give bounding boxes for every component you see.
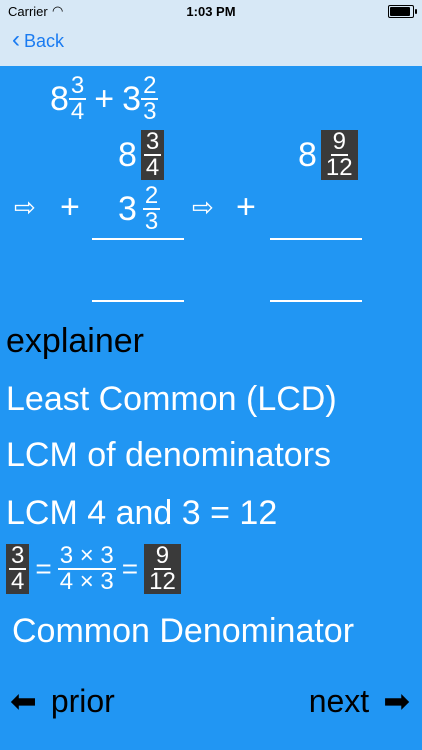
- result-den: 12: [325, 154, 353, 181]
- status-bar: Carrier ◠ 1:03 PM: [0, 0, 422, 22]
- battery-icon: [388, 5, 417, 18]
- eq-equals-1: =: [35, 553, 52, 584]
- back-button[interactable]: ‹ Back: [12, 26, 65, 53]
- result-fraction: 9 12: [320, 128, 358, 181]
- problem-expression: 8 3 4 + 3 2 3: [50, 72, 159, 125]
- back-label: Back: [24, 31, 65, 51]
- eq-equals-2: =: [121, 553, 139, 584]
- work-top-operand: 8 3 4: [118, 128, 165, 181]
- problem-operator: +: [94, 79, 115, 118]
- work-plus-sign-right: +: [236, 188, 256, 226]
- result-num: 9: [330, 128, 348, 156]
- work-num-1: 3: [143, 128, 162, 156]
- eq-res-num: 9: [153, 542, 172, 570]
- problem-whole-2: 3: [122, 79, 142, 118]
- problem-den-2: 3: [143, 98, 157, 125]
- work-fraction-2: 2 3: [142, 182, 161, 235]
- explainer-equation: 3 4 = 3 × 3 4 × 3 = 9 12: [6, 544, 181, 594]
- eq-mult-num: 3 × 3: [57, 542, 116, 570]
- explainer-line-1: Least Common (LCD): [6, 380, 337, 418]
- problem-den-1: 4: [70, 98, 85, 125]
- eq-den: 4: [11, 568, 25, 595]
- work-den-1: 4: [145, 154, 160, 181]
- prior-button[interactable]: ⬅ prior: [10, 682, 115, 720]
- arrow-right-icon: ⇨: [192, 192, 214, 222]
- next-label: next: [308, 682, 370, 719]
- problem-fraction-1: 3 4: [68, 72, 87, 125]
- answer-line-left: [92, 300, 184, 302]
- explainer-line-3: LCM 4 and 3 = 12: [6, 494, 278, 532]
- work-num-2: 2: [142, 182, 161, 210]
- work-den-2: 3: [144, 208, 159, 235]
- work-bottom-operand: 3 2 3: [118, 182, 161, 235]
- problem-whole-1: 8: [50, 79, 69, 118]
- eq-fraction-mult: 3 × 3 4 × 3: [57, 542, 116, 595]
- eq-fraction-result: 9 12: [144, 544, 181, 594]
- chevron-left-icon: ‹: [12, 26, 20, 53]
- answer-line-right: [270, 300, 362, 302]
- eq-num: 3: [9, 542, 27, 570]
- navigation-bar: ‹ Back: [0, 22, 422, 66]
- explainer-line-2: LCM of denominators: [6, 436, 332, 474]
- problem-fraction-2: 2 3: [141, 72, 159, 125]
- clock: 1:03 PM: [186, 4, 236, 19]
- result-whole: 8: [298, 135, 317, 174]
- work-whole-1: 8: [118, 135, 137, 174]
- arrow-left-icon: ⬅: [10, 683, 37, 719]
- next-button[interactable]: next ➡: [309, 682, 410, 720]
- work-fraction-1: 3 4: [140, 128, 165, 181]
- problem-num-1: 3: [68, 72, 87, 100]
- eq-mult-den: 4 × 3: [59, 568, 114, 595]
- content-area: 8 3 4 + 3 2 3 8 3 4 8 9 12 ⇨ + 3 2 3 ⇨ +…: [0, 66, 422, 750]
- work-sum-line-left: [92, 238, 184, 240]
- work-plus-sign: +: [60, 188, 80, 226]
- eq-res-den: 12: [149, 568, 176, 595]
- eq-fraction-start: 3 4: [6, 542, 30, 595]
- explainer-line-4: Common Denominator: [12, 612, 355, 650]
- work-right-result: 8 9 12: [298, 130, 358, 180]
- arrow-right-icon: ⇨: [14, 192, 36, 222]
- work-whole-2: 3: [118, 189, 137, 228]
- arrow-right-icon: ➡: [383, 683, 410, 719]
- problem-num-2: 2: [141, 72, 159, 100]
- work-sum-line-right: [270, 238, 362, 240]
- explainer-heading: explainer: [6, 322, 144, 360]
- prior-label: prior: [50, 682, 115, 719]
